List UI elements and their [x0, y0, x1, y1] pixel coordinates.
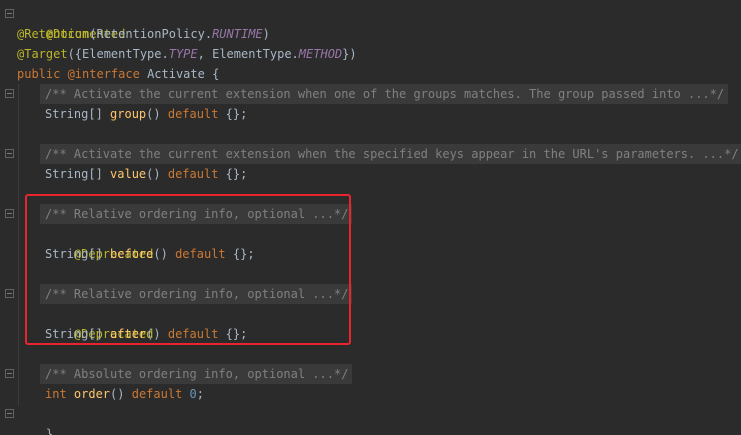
- code-line: int order() default 0;: [45, 384, 204, 404]
- retention-args-open: (RetentionPolicy.: [89, 27, 213, 41]
- default-keyword: default: [167, 107, 219, 121]
- fold-icon[interactable]: [5, 149, 14, 158]
- editor-gutter: [0, 0, 16, 435]
- closing-brace: }: [45, 427, 54, 435]
- code-line: String[] group() default {};: [45, 104, 247, 124]
- highlight-box: [25, 194, 351, 345]
- indent-guide: [18, 84, 19, 406]
- runtime-constant: RUNTIME: [212, 27, 263, 41]
- fold-icon[interactable]: [5, 9, 14, 18]
- target-args-close: }): [342, 47, 357, 61]
- code-line: @Target({ElementType.TYPE, ElementType.M…: [17, 44, 357, 64]
- retention-args-close: ): [262, 27, 270, 41]
- return-type: String[]: [45, 107, 111, 121]
- code-line: String[] value() default {};: [45, 164, 247, 184]
- collapsed-doc-comment[interactable]: /** Activate the current extension when …: [40, 84, 729, 104]
- method-parens: (): [146, 107, 168, 121]
- fold-icon[interactable]: [5, 89, 14, 98]
- method-name-order: order: [73, 387, 111, 401]
- fold-icon[interactable]: [5, 289, 14, 298]
- target-annotation: @Target: [17, 47, 68, 61]
- retention-annotation: @Retention: [17, 27, 90, 41]
- return-type: String[]: [45, 167, 111, 181]
- default-keyword: default: [167, 167, 219, 181]
- public-keyword: public: [17, 67, 68, 81]
- code-line: }: [17, 404, 53, 435]
- method-constant: METHOD: [298, 47, 343, 61]
- target-args-mid: , ElementType.: [197, 47, 299, 61]
- default-number-value: 0: [182, 387, 197, 401]
- code-line: @Documented: [17, 4, 125, 41]
- interface-name: Activate {: [147, 67, 220, 81]
- method-name-value: value: [110, 167, 147, 181]
- code-editor[interactable]: @Documented @Retention(RetentionPolicy.R…: [0, 0, 741, 435]
- default-value: {};: [218, 107, 248, 121]
- fold-icon[interactable]: [5, 209, 14, 218]
- method-name-group: group: [110, 107, 147, 121]
- default-value: {};: [218, 167, 248, 181]
- target-args-open: ({ElementType.: [67, 47, 169, 61]
- method-parens: (): [146, 167, 168, 181]
- int-keyword: int: [45, 387, 74, 401]
- interface-keyword: @interface: [67, 67, 148, 81]
- method-parens: (): [110, 387, 132, 401]
- type-constant: TYPE: [168, 47, 198, 61]
- statement-terminator: ;: [196, 387, 204, 401]
- collapsed-doc-comment[interactable]: /** Activate the current extension when …: [40, 144, 741, 164]
- code-line: @Retention(RetentionPolicy.RUNTIME): [17, 24, 270, 44]
- default-keyword: default: [131, 387, 183, 401]
- fold-icon[interactable]: [5, 369, 14, 378]
- fold-icon[interactable]: [5, 409, 14, 418]
- collapsed-doc-comment[interactable]: /** Absolute ordering info, optional ...…: [40, 364, 353, 384]
- code-line: public @interface Activate {: [17, 64, 219, 84]
